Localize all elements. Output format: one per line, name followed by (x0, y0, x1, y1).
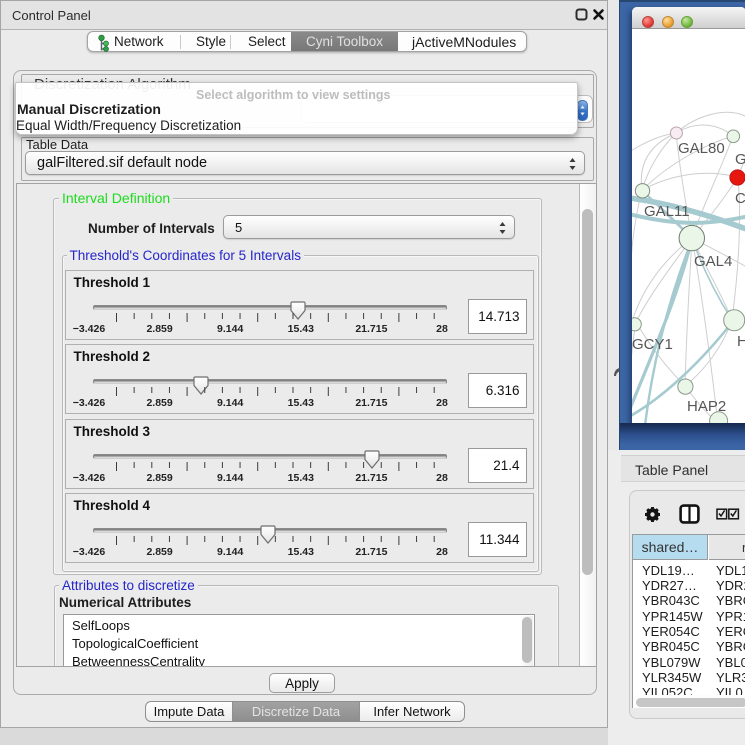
svg-text:GAL4: GAL4 (694, 253, 732, 270)
svg-text:C: C (735, 190, 745, 207)
svg-text:GAL80: GAL80 (678, 140, 725, 157)
svg-text:GAL11: GAL11 (644, 203, 690, 220)
svg-text:GCY1: GCY1 (632, 336, 673, 353)
svg-text:HAP2: HAP2 (687, 398, 726, 415)
svg-text:G.: G. (735, 151, 745, 168)
svg-text:H: H (737, 333, 745, 350)
